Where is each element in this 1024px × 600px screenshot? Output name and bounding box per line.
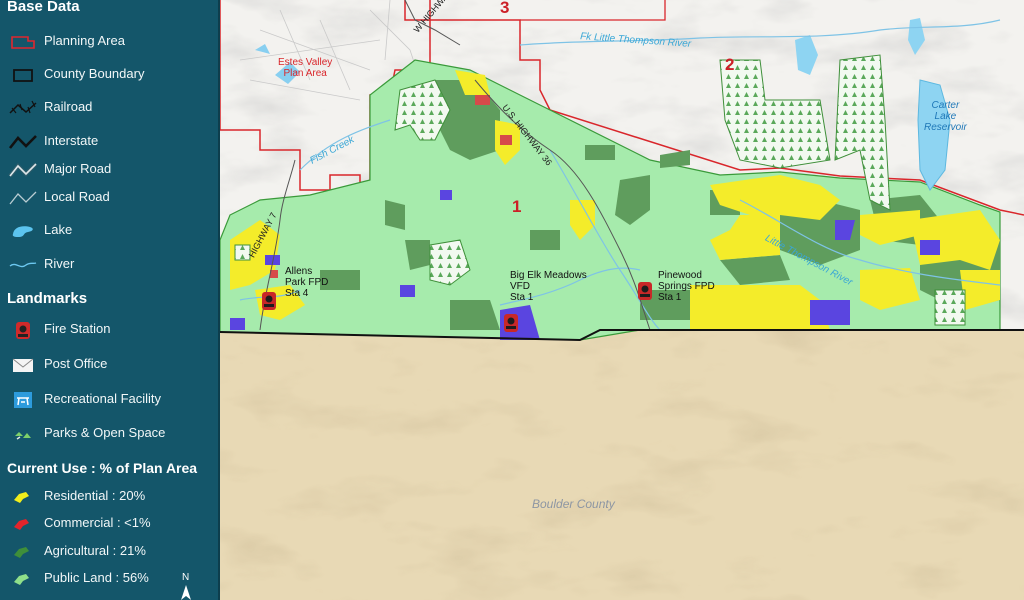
agricultural-swatch-icon	[14, 547, 29, 558]
label-big-elk-meadows-vfd: Big Elk Meadows VFD Sta 1	[510, 270, 587, 303]
public-land-swatch-icon	[14, 574, 29, 585]
legend-item-recreational-facility: Recreational Facility	[0, 388, 218, 412]
fire-station-marker-big-elk	[504, 314, 518, 332]
legend-item-parks-open-space: Parks & Open Space	[0, 422, 218, 446]
legend-panel: Base Data Planning Area County Boundary …	[0, 0, 220, 600]
north-letter: N	[182, 572, 190, 583]
north-arrow: N	[178, 572, 194, 600]
planning-area-number-2: 2	[725, 55, 735, 74]
legend-item-lake: Lake	[0, 219, 218, 243]
legend-label: Residential : 20%	[44, 488, 146, 503]
label-carter-lake: Carter Lake Reservoir	[924, 100, 967, 133]
legend-label: Agricultural : 21%	[44, 543, 146, 558]
residential-swatch-icon	[14, 492, 29, 503]
legend-label: Post Office	[44, 356, 108, 371]
legend-label: Fire Station	[44, 321, 111, 336]
legend-label: Lake	[44, 222, 73, 237]
north-arrow-icon	[181, 585, 191, 600]
legend-label: Planning Area	[44, 33, 125, 48]
label-boulder-county: Boulder County	[532, 497, 615, 511]
planning-area-icon	[11, 36, 35, 49]
legend-item-county-boundary: County Boundary	[0, 63, 218, 87]
planning-area-number-3: 3	[500, 0, 510, 17]
fire-station-icon	[16, 322, 30, 339]
major-road-icon	[8, 162, 38, 178]
legend-label: Public Land : 56%	[44, 570, 149, 585]
local-road-icon	[9, 191, 37, 205]
legend-item-residential: Residential : 20%	[0, 485, 218, 509]
legend-item-commercial: Commercial : <1%	[0, 512, 218, 536]
legend-item-fire-station: Fire Station	[0, 318, 218, 342]
legend-item-planning-area: Planning Area	[0, 30, 218, 54]
post-office-icon	[12, 358, 34, 372]
railroad-icon	[9, 100, 37, 114]
commercial-swatch-icon	[14, 519, 29, 530]
legend-label: Local Road	[44, 189, 110, 204]
legend-label: County Boundary	[44, 66, 145, 81]
fire-station-marker-pinewood	[638, 282, 652, 300]
legend-item-agricultural: Agricultural : 21%	[0, 540, 218, 564]
legend-label: Railroad	[44, 99, 93, 114]
legend-heading-landmarks: Landmarks	[7, 290, 88, 307]
label-estes-valley: Estes Valley Plan Area	[278, 57, 333, 79]
fire-station-marker-allens-park	[262, 292, 276, 310]
legend-label: Commercial : <1%	[44, 515, 151, 530]
legend-item-post-office: Post Office	[0, 353, 218, 377]
label-pinewood-springs-fpd: Pinewood Springs FPD Sta 1	[658, 270, 715, 303]
map-graphic	[220, 0, 1024, 600]
legend-label: Major Road	[44, 161, 112, 176]
recreational-facility-icon	[14, 392, 32, 408]
county-boundary-icon	[13, 69, 33, 82]
legend-label: Recreational Facility	[44, 391, 162, 406]
map-canvas[interactable]: 3 2 1 Estes Valley Plan Area Fish Creek …	[220, 0, 1024, 600]
legend-item-railroad: Railroad	[0, 96, 218, 120]
legend-heading-current-use: Current Use : % of Plan Area	[7, 460, 198, 476]
lake-icon	[12, 226, 33, 237]
legend-item-interstate: Interstate	[0, 130, 218, 154]
legend-label: Interstate	[44, 133, 99, 148]
legend-item-river: River	[0, 253, 218, 277]
legend-heading-base-data: Base Data	[7, 0, 80, 15]
legend-label: Parks & Open Space	[44, 425, 166, 440]
legend-label: River	[44, 256, 75, 271]
interstate-icon	[8, 135, 37, 149]
legend-item-local-road: Local Road	[0, 186, 218, 210]
label-allens-park-fpd: Allens Park FPD Sta 4	[285, 266, 329, 299]
legend-item-major-road: Major Road	[0, 158, 218, 182]
planning-area-number-1: 1	[512, 197, 522, 216]
river-icon	[9, 262, 37, 268]
parks-open-space-icon	[15, 432, 31, 440]
